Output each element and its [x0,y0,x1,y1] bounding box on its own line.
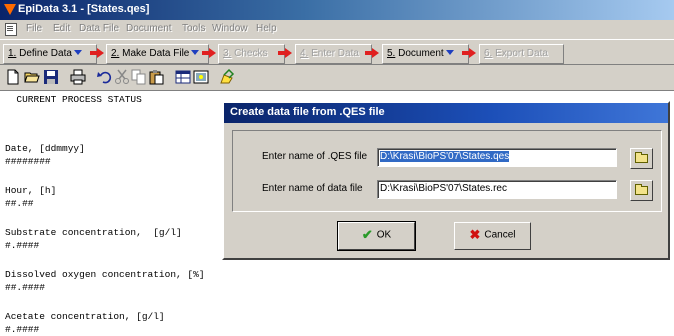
menu-tools[interactable]: Tools [182,23,205,34]
browse-data-file-button[interactable] [630,180,653,201]
editor-line: #.#### [5,324,40,335]
dialog-title-bar[interactable]: Create data file from .QES file [224,103,668,123]
arrow-right-icon [365,48,379,58]
arrow-right-icon [462,48,476,58]
menu-data-file[interactable]: Data File [79,23,119,34]
menu-help[interactable]: Help [256,23,277,34]
menu-file[interactable]: File [26,23,42,34]
editor-line: CURRENT PROCESS STATUS [5,94,142,105]
document-button[interactable]: 5. Document [382,44,469,64]
open-folder-icon[interactable] [24,69,40,85]
arrow-right-icon [202,48,216,58]
arrow-right-icon [90,48,104,58]
dropdown-arrow-icon[interactable] [445,50,454,55]
title-bar[interactable]: EpiData 3.1 - [States.qes] [0,0,674,20]
epidata-app-icon[interactable] [4,4,16,15]
document-menu-icon[interactable] [5,23,17,36]
enter-data-button[interactable]: 4. Enter Data [295,44,372,64]
ok-button[interactable]: ✔ OK [337,221,416,251]
checkmark-icon: ✔ [361,227,373,242]
process-toolbar: 1. Define Data 2. Make Data File 3. Chec… [0,39,674,65]
edit-icon[interactable] [219,69,235,85]
editor-line: Acetate concentration, [g/l] [5,311,165,322]
data-file-input[interactable]: D:\Krasi\BioPS'07\States.rec [377,180,617,199]
editor-line: Dissolved oxygen concentration, [%] [5,269,205,280]
data-file-label: Enter name of data file [262,183,363,194]
window-title: EpiData 3.1 - [States.qes] [18,3,150,15]
menu-window[interactable]: Window [212,23,248,34]
dropdown-arrow-icon[interactable] [73,50,82,55]
make-data-file-button[interactable]: 2. Make Data File [106,44,209,64]
print-icon[interactable] [70,69,86,85]
preview-icon[interactable] [193,69,209,85]
editor-line: Hour, [h] [5,185,57,196]
undo-icon[interactable] [97,69,113,85]
qes-file-label: Enter name of .QES file [262,151,368,162]
dropdown-arrow-icon[interactable] [191,50,200,55]
editor-line: Date, [ddmmyy] [5,143,85,154]
icon-toolbar [0,66,674,88]
dialog-fields-panel: Enter name of .QES file D:\Krasi\BioPS'0… [232,130,662,212]
editor-line: ##.#### [5,282,45,293]
save-icon[interactable] [43,69,59,85]
cancel-button[interactable]: ✖ Cancel [454,222,531,250]
define-data-button[interactable]: 1. Define Data [3,44,97,64]
editor-line: #.#### [5,240,40,251]
editor-line: ######## [5,156,51,167]
qes-file-input[interactable]: D:\Krasi\BioPS'07\States.qes [377,148,617,167]
new-file-icon[interactable] [5,69,21,85]
grid-icon[interactable] [175,69,191,85]
editor-line: Substrate concentration, [g/l] [5,227,182,238]
menu-document[interactable]: Document [126,23,172,34]
arrow-right-icon [278,48,292,58]
folder-icon [635,152,648,163]
export-data-button[interactable]: 6. Export Data [479,44,564,64]
folder-icon [635,184,648,195]
checks-button[interactable]: 3. Checks [218,44,285,64]
menu-edit[interactable]: Edit [53,23,70,34]
menu-bar: File Edit Data File Document Tools Windo… [0,20,674,38]
x-icon: ✖ [469,227,481,242]
dialog-title: Create data file from .QES file [230,106,385,118]
cut-icon[interactable] [114,69,130,85]
editor-line: ##.## [5,198,34,209]
create-data-file-dialog: Create data file from .QES file Enter na… [222,101,670,260]
paste-icon[interactable] [148,69,164,85]
copy-icon[interactable] [131,69,147,85]
browse-qes-button[interactable] [630,148,653,169]
